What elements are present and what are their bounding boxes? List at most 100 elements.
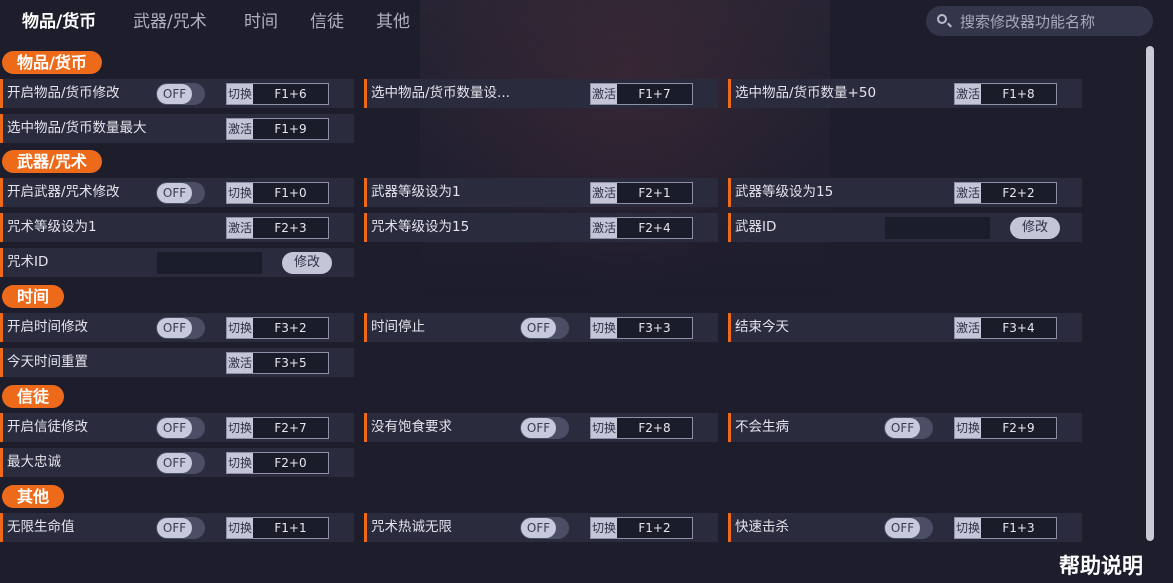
hotkey-key: F1+2	[638, 521, 671, 535]
hotkey-key: F2+0	[274, 456, 307, 470]
modify-button[interactable]: 修改	[282, 252, 332, 274]
hotkey-action-label: 切换	[591, 518, 617, 538]
background-game-art	[420, 0, 830, 300]
toggle-state-label: OFF	[885, 518, 920, 538]
hotkey-field[interactable]: 激活 F2+3	[226, 217, 329, 239]
section-header: 时间	[2, 285, 65, 308]
cheat-item: 时间停止 OFF 切换 F3+3	[364, 313, 718, 342]
id-value-input[interactable]	[885, 217, 990, 239]
hotkey-key: F1+1	[274, 521, 307, 535]
tab-time[interactable]: 时间	[244, 10, 278, 34]
toggle-switch[interactable]: OFF	[156, 83, 205, 105]
hotkey-key: F3+4	[1002, 321, 1035, 335]
hotkey-field[interactable]: 切换 F1+3	[954, 517, 1057, 539]
hotkey-action-label: 激活	[591, 218, 617, 238]
toggle-switch[interactable]: OFF	[884, 517, 933, 539]
hotkey-field[interactable]: 切换 F1+1	[226, 517, 329, 539]
section-header: 信徒	[2, 385, 65, 408]
cheat-label: 没有饱食要求	[371, 419, 452, 435]
toggle-switch[interactable]: OFF	[156, 317, 205, 339]
hotkey-field[interactable]: 切换 F2+0	[226, 452, 329, 474]
hotkey-key: F1+0	[274, 186, 307, 200]
cheat-item: 咒术热诚无限 OFF 切换 F1+2	[364, 513, 718, 542]
hotkey-key: F3+3	[638, 321, 671, 335]
hotkey-field[interactable]: 切换 F1+6	[226, 83, 329, 105]
hotkey-key: F1+8	[1002, 87, 1035, 101]
cheat-label: 时间停止	[371, 319, 425, 335]
hotkey-field[interactable]: 激活 F3+5	[226, 352, 329, 374]
hotkey-field[interactable]: 激活 F2+4	[590, 217, 693, 239]
hotkey-field[interactable]: 切换 F1+0	[226, 182, 329, 204]
toggle-switch[interactable]: OFF	[520, 417, 569, 439]
cheat-label: 武器ID	[735, 219, 777, 235]
hotkey-key: F2+3	[274, 221, 307, 235]
hotkey-field[interactable]: 激活 F1+7	[590, 83, 693, 105]
hotkey-key: F2+1	[638, 186, 671, 200]
toggle-switch[interactable]: OFF	[520, 517, 569, 539]
cheat-item: 咒术等级设为15 激活 F2+4	[364, 213, 718, 242]
toggle-state-label: OFF	[157, 418, 192, 438]
hotkey-action-label: 切换	[227, 84, 253, 104]
tab-followers[interactable]: 信徒	[310, 10, 344, 34]
hotkey-action-label: 激活	[227, 218, 253, 238]
hotkey-action-label: 激活	[955, 183, 981, 203]
hotkey-field[interactable]: 激活 F2+1	[590, 182, 693, 204]
toggle-switch[interactable]: OFF	[520, 317, 569, 339]
hotkey-key: F2+2	[1002, 186, 1035, 200]
cheat-label: 选中物品/货币数量设...	[371, 85, 510, 101]
cheat-item: 选中物品/货币数量设... 激活 F1+7	[364, 79, 718, 108]
cheat-item: 不会生病 OFF 切换 F2+9	[728, 413, 1082, 442]
hotkey-field[interactable]: 切换 F2+9	[954, 417, 1057, 439]
tab-items-currency[interactable]: 物品/货币	[22, 10, 96, 34]
section-header: 武器/咒术	[2, 150, 102, 173]
hotkey-field[interactable]: 切换 F1+2	[590, 517, 693, 539]
tab-weapons-curses[interactable]: 武器/咒术	[133, 10, 207, 34]
cheat-item: 今天时间重置 激活 F3+5	[0, 348, 354, 377]
cheat-item: 武器等级设为15 激活 F2+2	[728, 178, 1082, 207]
toggle-state-label: OFF	[521, 518, 556, 538]
toggle-switch[interactable]: OFF	[156, 517, 205, 539]
cheat-label: 选中物品/货币数量+50	[735, 85, 877, 101]
search-box	[926, 6, 1153, 36]
toggle-state-label: OFF	[157, 453, 192, 473]
cheat-label: 武器等级设为1	[371, 184, 461, 200]
hotkey-field[interactable]: 切换 F3+3	[590, 317, 693, 339]
toggle-switch[interactable]: OFF	[884, 417, 933, 439]
hotkey-key: F2+8	[638, 421, 671, 435]
tab-other[interactable]: 其他	[376, 10, 410, 34]
hotkey-field[interactable]: 激活 F1+9	[226, 118, 329, 140]
toggle-switch[interactable]: OFF	[156, 452, 205, 474]
scrollbar[interactable]	[1146, 46, 1154, 541]
id-value-input[interactable]	[157, 252, 262, 274]
hotkey-key: F1+7	[638, 87, 671, 101]
hotkey-action-label: 激活	[227, 353, 253, 373]
cheat-label: 咒术等级设为15	[371, 219, 470, 235]
cheat-item: 咒术ID 修改	[0, 248, 354, 277]
cheat-item: 结束今天 激活 F3+4	[728, 313, 1082, 342]
hotkey-key: F1+3	[1002, 521, 1035, 535]
toggle-state-label: OFF	[885, 418, 920, 438]
hotkey-key: F2+4	[638, 221, 671, 235]
cheat-item: 开启信徒修改 OFF 切换 F2+7	[0, 413, 354, 442]
hotkey-field[interactable]: 切换 F2+7	[226, 417, 329, 439]
toggle-switch[interactable]: OFF	[156, 417, 205, 439]
cheat-item: 没有饱食要求 OFF 切换 F2+8	[364, 413, 718, 442]
cheat-label: 选中物品/货币数量最大	[7, 120, 147, 136]
help-button[interactable]: 帮助说明	[1059, 550, 1143, 580]
toggle-switch[interactable]: OFF	[156, 182, 205, 204]
hotkey-field[interactable]: 切换 F2+8	[590, 417, 693, 439]
cheat-label: 无限生命值	[7, 519, 75, 535]
search-input[interactable]	[958, 10, 1152, 34]
hotkey-action-label: 切换	[227, 418, 253, 438]
hotkey-field[interactable]: 激活 F3+4	[954, 317, 1057, 339]
cheat-label: 开启武器/咒术修改	[7, 184, 120, 200]
hotkey-field[interactable]: 切换 F3+2	[226, 317, 329, 339]
hotkey-action-label: 切换	[227, 518, 253, 538]
toggle-state-label: OFF	[157, 518, 192, 538]
hotkey-field[interactable]: 激活 F2+2	[954, 182, 1057, 204]
cheat-item: 武器等级设为1 激活 F2+1	[364, 178, 718, 207]
cheat-label: 咒术等级设为1	[7, 219, 97, 235]
section-header: 其他	[2, 485, 65, 508]
hotkey-field[interactable]: 激活 F1+8	[954, 83, 1057, 105]
modify-button[interactable]: 修改	[1010, 217, 1060, 239]
